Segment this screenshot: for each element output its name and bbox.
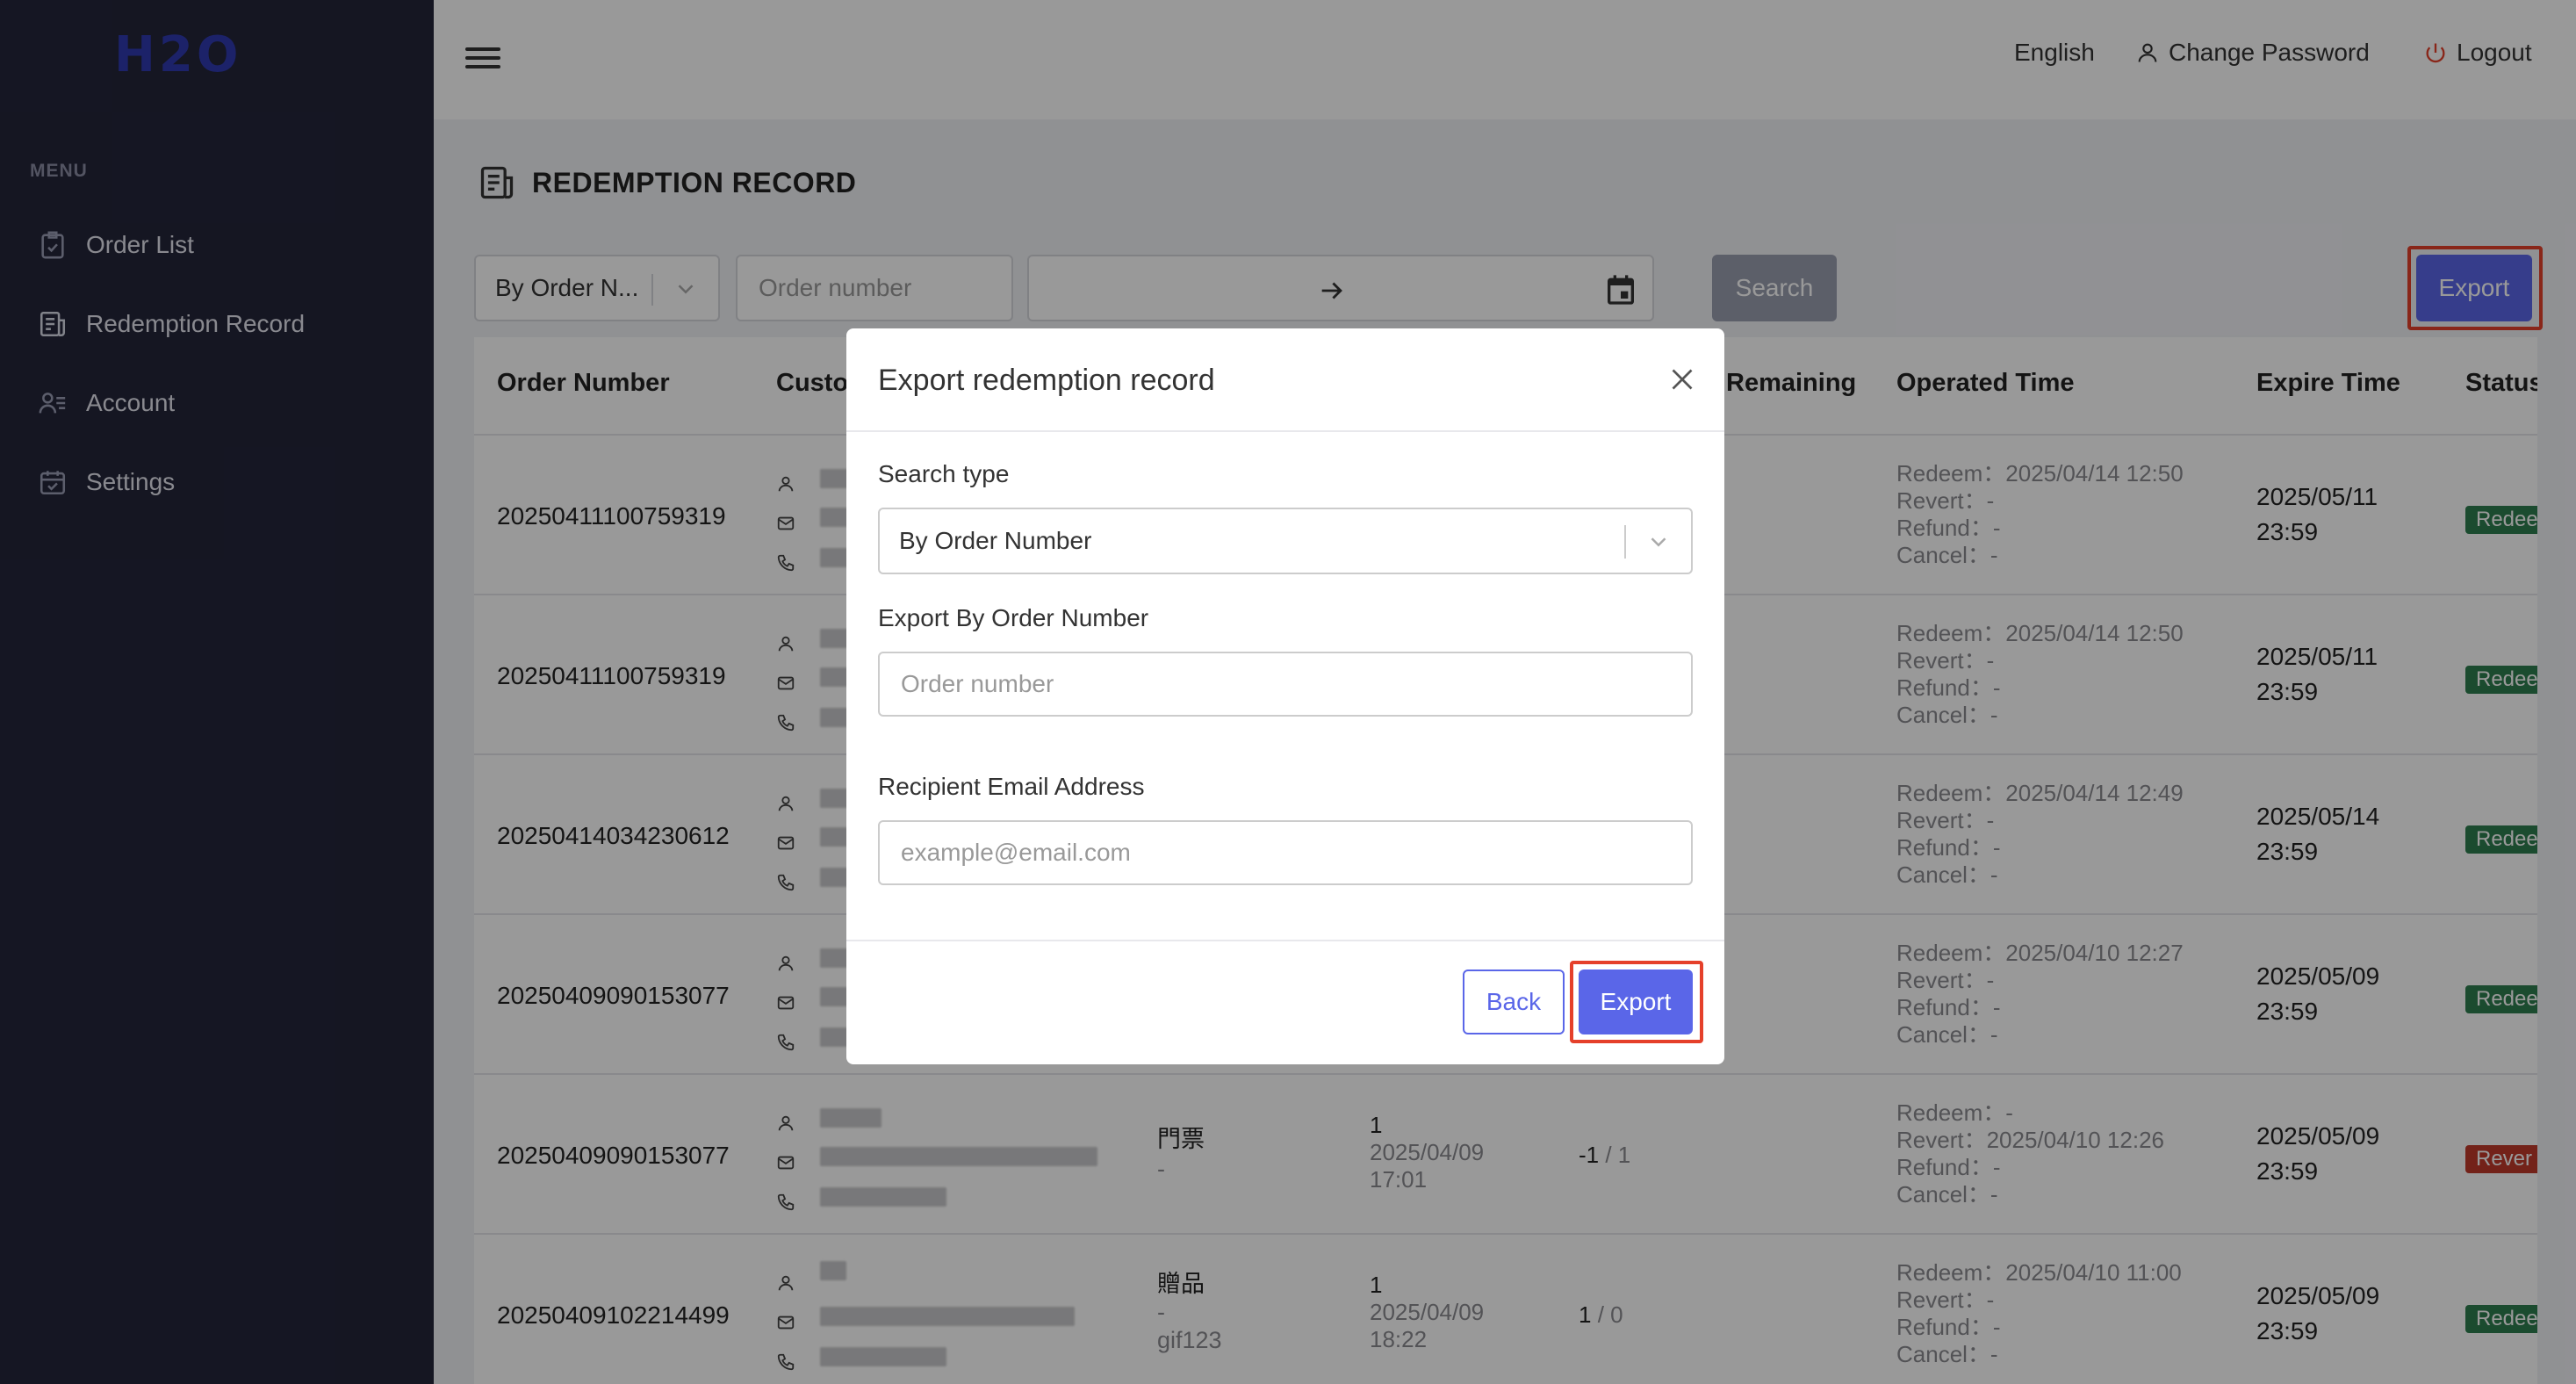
modal-divider [846,940,1724,941]
email-label: Recipient Email Address [878,773,1145,800]
modal-title: Export redemption record [878,364,1215,397]
export-modal: Export redemption record Search type By … [846,328,1724,1064]
back-button[interactable]: Back [1463,970,1565,1034]
modal-order-number-placeholder: Order number [901,670,1054,697]
chevron-down-icon [1645,529,1672,561]
modal-divider [846,430,1724,432]
order-number-label: Export By Order Number [878,604,1149,631]
modal-order-number-input[interactable]: Order number [878,652,1693,717]
select-divider [1624,525,1626,559]
search-type-label: Search type [878,460,1010,487]
email-field[interactable]: example@email.com [878,820,1693,885]
export-highlight [1570,961,1703,1043]
close-icon[interactable] [1666,364,1698,395]
email-placeholder: example@email.com [901,839,1131,866]
modal-search-type-select[interactable]: By Order Number [878,508,1693,574]
modal-search-type-value: By Order Number [899,527,1092,554]
